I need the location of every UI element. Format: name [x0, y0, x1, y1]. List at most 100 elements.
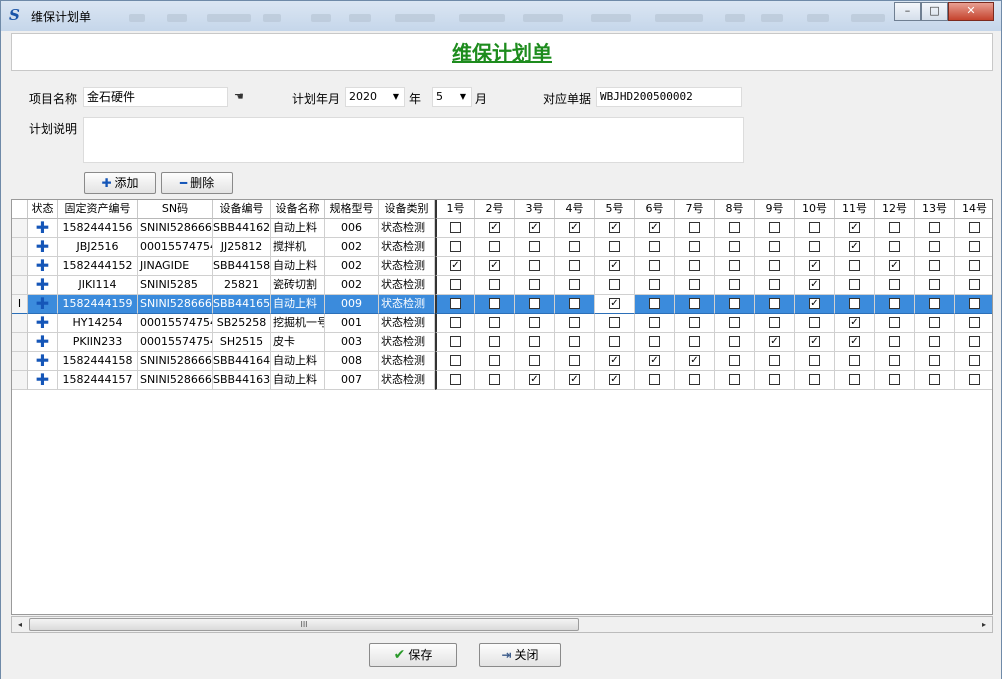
day-checkbox[interactable]: ✓ — [609, 354, 620, 366]
day-cell[interactable] — [675, 314, 715, 333]
day-cell[interactable] — [955, 371, 992, 390]
day-checkbox[interactable]: ✓ — [489, 259, 500, 271]
day-column-header[interactable]: 12号 — [875, 200, 915, 219]
day-cell[interactable]: ✓ — [875, 257, 915, 276]
day-checkbox[interactable] — [969, 373, 980, 385]
close-button[interactable]: ⇥ 关闭 — [479, 643, 561, 667]
day-cell[interactable] — [595, 333, 635, 352]
day-checkbox[interactable] — [929, 278, 940, 290]
day-checkbox[interactable] — [889, 373, 900, 385]
delete-row-button[interactable]: ━ 删除 — [161, 172, 233, 194]
table-row[interactable]: I ✚ 1582444159 SNINI5286666 SBB44165 自动上料 009 状… — [12, 295, 992, 314]
status-cell[interactable]: ✚ — [28, 219, 58, 238]
asset-number-cell[interactable]: PKIIN233 — [58, 333, 138, 352]
asset-number-cell[interactable]: 1582444158 — [58, 352, 138, 371]
spec-cell[interactable]: 006 — [325, 219, 379, 238]
day-cell[interactable] — [835, 257, 875, 276]
sn-cell[interactable]: JINAGIDE — [138, 257, 213, 276]
sn-cell[interactable]: 000155747548 — [138, 238, 213, 257]
day-cell[interactable] — [795, 238, 835, 257]
day-cell[interactable] — [875, 352, 915, 371]
day-checkbox[interactable] — [929, 240, 940, 252]
day-cell[interactable]: ✓ — [755, 333, 795, 352]
device-type-cell[interactable]: 状态检测 — [379, 276, 435, 295]
day-cell[interactable] — [755, 314, 795, 333]
column-header[interactable]: 状态 — [28, 200, 58, 219]
day-cell[interactable] — [715, 257, 755, 276]
day-checkbox[interactable] — [929, 297, 940, 309]
day-column-header[interactable]: 2号 — [475, 200, 515, 219]
day-cell[interactable] — [475, 314, 515, 333]
day-cell[interactable] — [555, 276, 595, 295]
day-cell[interactable]: ✓ — [835, 314, 875, 333]
day-checkbox[interactable]: ✓ — [849, 221, 860, 233]
day-cell[interactable] — [755, 295, 795, 314]
day-checkbox[interactable] — [649, 297, 660, 309]
scroll-left-icon[interactable]: ◂ — [12, 617, 28, 632]
day-cell[interactable] — [435, 333, 475, 352]
day-checkbox[interactable]: ✓ — [849, 316, 860, 328]
day-column-header[interactable]: 7号 — [675, 200, 715, 219]
day-checkbox[interactable] — [969, 354, 980, 366]
asset-number-cell[interactable]: 1582444159 — [58, 295, 138, 314]
day-cell[interactable] — [915, 314, 955, 333]
day-cell[interactable]: ✓ — [675, 352, 715, 371]
spec-cell[interactable]: 008 — [325, 352, 379, 371]
day-column-header[interactable]: 13号 — [915, 200, 955, 219]
day-checkbox[interactable]: ✓ — [809, 297, 820, 309]
day-cell[interactable] — [755, 276, 795, 295]
day-checkbox[interactable] — [569, 278, 580, 290]
day-cell[interactable] — [875, 295, 915, 314]
day-checkbox[interactable] — [489, 240, 500, 252]
day-checkbox[interactable]: ✓ — [489, 221, 500, 233]
table-row[interactable]: ✚ 1582444152 JINAGIDE SBB44158 自动上料 002 状态检测 ✓ ✓… — [12, 257, 992, 276]
day-cell[interactable] — [715, 219, 755, 238]
day-cell[interactable] — [475, 276, 515, 295]
day-checkbox[interactable] — [529, 335, 540, 347]
day-cell[interactable] — [475, 352, 515, 371]
day-checkbox[interactable]: ✓ — [529, 221, 540, 233]
sn-cell[interactable]: 000155747548 — [138, 333, 213, 352]
device-name-cell[interactable]: 自动上料 — [271, 352, 325, 371]
day-cell[interactable] — [955, 276, 992, 295]
day-cell[interactable] — [515, 295, 555, 314]
day-cell[interactable] — [675, 257, 715, 276]
day-checkbox[interactable] — [769, 373, 780, 385]
status-cell[interactable]: ✚ — [28, 276, 58, 295]
day-cell[interactable]: ✓ — [795, 257, 835, 276]
day-checkbox[interactable] — [809, 316, 820, 328]
day-checkbox[interactable] — [569, 335, 580, 347]
sn-cell[interactable]: 000155747548 — [138, 314, 213, 333]
asset-number-cell[interactable]: JIKI114 — [58, 276, 138, 295]
device-code-cell[interactable]: SBB44163 — [213, 371, 271, 390]
day-checkbox[interactable] — [450, 240, 461, 252]
device-code-cell[interactable]: SB25258 — [213, 314, 271, 333]
status-cell[interactable]: ✚ — [28, 238, 58, 257]
day-checkbox[interactable] — [889, 316, 900, 328]
day-checkbox[interactable] — [769, 316, 780, 328]
day-column-header[interactable]: 5号 — [595, 200, 635, 219]
day-checkbox[interactable] — [649, 240, 660, 252]
day-checkbox[interactable] — [889, 354, 900, 366]
day-cell[interactable] — [715, 371, 755, 390]
day-checkbox[interactable] — [889, 335, 900, 347]
device-type-cell[interactable]: 状态检测 — [379, 238, 435, 257]
day-checkbox[interactable] — [489, 316, 500, 328]
day-checkbox[interactable] — [809, 373, 820, 385]
spec-cell[interactable]: 007 — [325, 371, 379, 390]
day-cell[interactable] — [435, 276, 475, 295]
day-cell[interactable] — [595, 276, 635, 295]
device-name-cell[interactable]: 挖掘机一号 — [271, 314, 325, 333]
day-cell[interactable] — [435, 371, 475, 390]
day-checkbox[interactable] — [450, 278, 461, 290]
day-column-header[interactable]: 10号 — [795, 200, 835, 219]
day-cell[interactable] — [435, 238, 475, 257]
day-checkbox[interactable] — [849, 259, 860, 271]
day-cell[interactable] — [875, 276, 915, 295]
day-cell[interactable] — [915, 257, 955, 276]
device-code-cell[interactable]: SBB44165 — [213, 295, 271, 314]
device-code-cell[interactable]: SBB44162 — [213, 219, 271, 238]
plan-grid[interactable]: 状态 固定资产编号 SN码 设备编号 设备名称 规格型号 设备类别 1号 2号 3号 4号 5号 6号 7… — [11, 199, 993, 615]
sn-cell[interactable]: SNINI5286666 — [138, 371, 213, 390]
day-checkbox[interactable] — [569, 354, 580, 366]
